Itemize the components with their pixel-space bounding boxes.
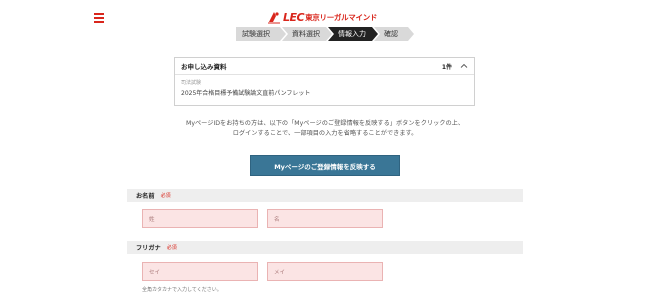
kana-label: フリガナ [136, 245, 161, 252]
reflect-mypage-button[interactable]: Myページのご登録情報を反映する [250, 155, 400, 176]
step-material-select: 資料選択 [282, 27, 332, 41]
hamburger-icon[interactable] [94, 13, 104, 23]
application-panel-header[interactable]: お申し込み資料 1件 [175, 58, 474, 75]
application-count: 1件 [441, 63, 452, 71]
step-confirm: 確認 [374, 27, 414, 41]
name-required-badge: 必須 [160, 193, 171, 199]
first-name-kana-placeholder: メイ [274, 269, 286, 276]
kana-required-badge: 必須 [166, 245, 177, 251]
logo-text: 東京リーガルマインド [305, 12, 378, 22]
last-name-kana-placeholder: セイ [149, 269, 161, 276]
notice-line-1: MyページIDをお持ちの方は、以下の「Myページのご登録情報を反映する」ボタンを… [185, 120, 465, 127]
kana-hint: 全角カタカナで入力してください。 [142, 287, 222, 293]
logo: LEC 東京リーガルマインド [267, 10, 377, 24]
step-progress: 試験選択 資料選択 情報入力 確認 [236, 27, 410, 41]
kana-section-header: フリガナ 必須 [127, 241, 523, 254]
step-exam-select: 試験選択 [236, 27, 286, 41]
application-item: 2025年合格目標予備試験論文直前パンフレット [181, 90, 311, 97]
name-section-header: お名前 必須 [127, 189, 523, 202]
application-panel: お申し込み資料 1件 司法試験 2025年合格目標予備試験論文直前パンフレット [174, 57, 475, 106]
notice-line-2: ログインすることで、一部項目の入力を省略することができます。 [232, 130, 418, 137]
last-name-placeholder: 姓 [149, 216, 155, 223]
first-name-placeholder: 名 [274, 216, 280, 223]
last-name-kana-field[interactable]: セイ [142, 262, 258, 281]
application-title: お申し込み資料 [181, 63, 227, 71]
first-name-field[interactable]: 名 [267, 209, 383, 228]
logo-brand: LEC [283, 10, 305, 24]
first-name-kana-field[interactable]: メイ [267, 262, 383, 281]
lec-mark-icon [268, 11, 280, 23]
mypage-notice: MyページIDをお持ちの方は、以下の「Myページのご登録情報を反映する」ボタンを… [150, 119, 500, 139]
chevron-up-icon[interactable] [460, 62, 468, 70]
step-info-input: 情報入力 [328, 27, 378, 41]
application-category: 司法試験 [181, 80, 202, 86]
last-name-field[interactable]: 姓 [142, 209, 258, 228]
name-label: お名前 [136, 193, 155, 200]
